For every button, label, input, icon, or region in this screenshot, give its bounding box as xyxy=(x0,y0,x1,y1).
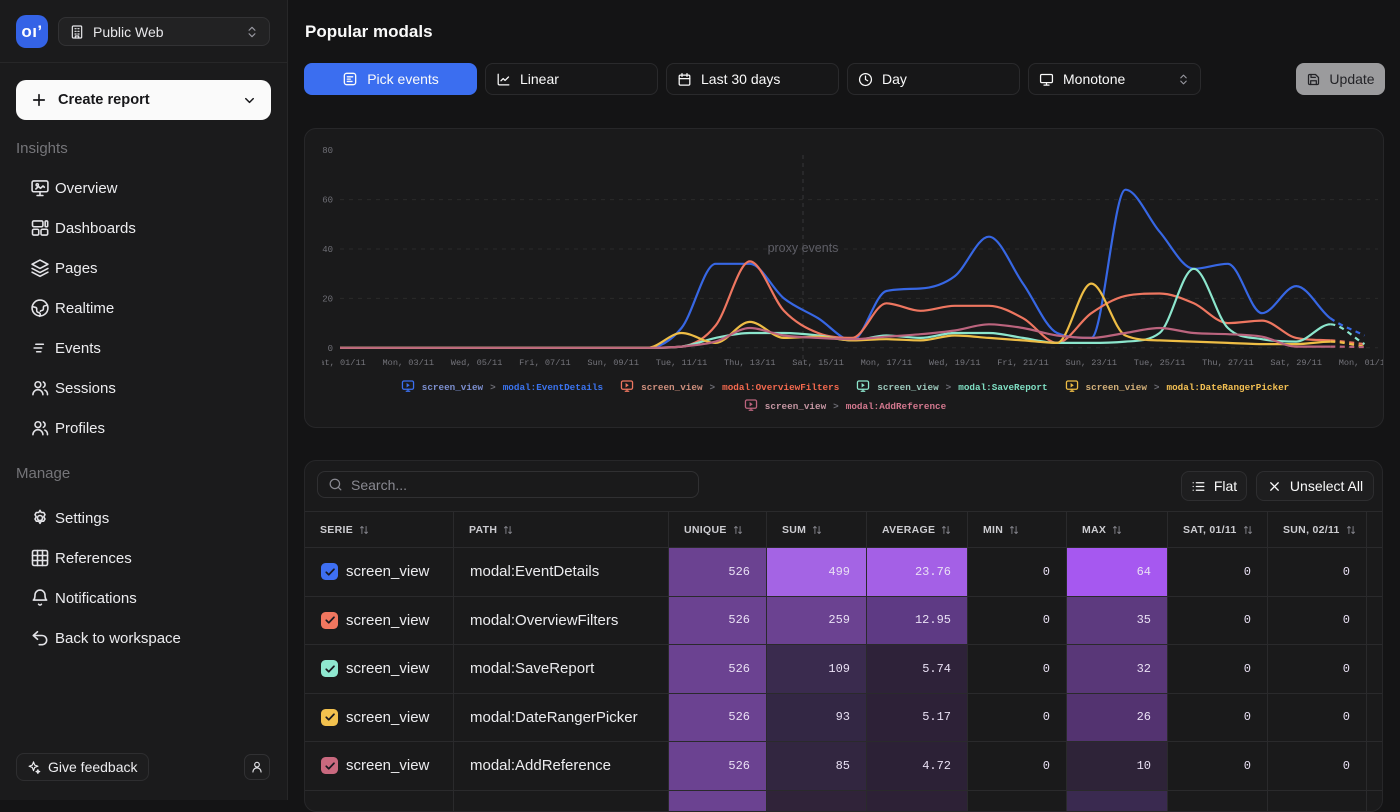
svg-text:Sat, 29/11: Sat, 29/11 xyxy=(1270,358,1322,368)
svg-text:0: 0 xyxy=(328,344,333,354)
svg-text:Fri, 07/11: Fri, 07/11 xyxy=(519,358,571,368)
svg-text:Tue, 11/11: Tue, 11/11 xyxy=(656,358,708,368)
svg-text:Fri, 21/11: Fri, 21/11 xyxy=(997,358,1049,368)
svg-text:Sun, 23/11: Sun, 23/11 xyxy=(1066,358,1118,368)
svg-text:Wed, 19/11: Wed, 19/11 xyxy=(929,358,981,368)
svg-text:Mon, 03/11: Mon, 03/11 xyxy=(383,358,435,368)
svg-text:Mon, 17/11: Mon, 17/11 xyxy=(861,358,913,368)
svg-text:40: 40 xyxy=(322,245,333,255)
svg-text:Thu, 27/11: Thu, 27/11 xyxy=(1202,358,1254,368)
svg-text:60: 60 xyxy=(322,196,333,206)
svg-text:20: 20 xyxy=(322,294,333,304)
svg-text:Sat, 01/11: Sat, 01/11 xyxy=(314,358,366,368)
svg-text:Tue, 25/11: Tue, 25/11 xyxy=(1134,358,1186,368)
svg-text:proxy events: proxy events xyxy=(768,241,839,255)
svg-text:Sun, 09/11: Sun, 09/11 xyxy=(587,358,639,368)
svg-text:Thu, 13/11: Thu, 13/11 xyxy=(724,358,776,368)
svg-text:Mon, 01/12: Mon, 01/12 xyxy=(1339,358,1384,368)
svg-text:Sat, 15/11: Sat, 15/11 xyxy=(792,358,844,368)
svg-text:Wed, 05/11: Wed, 05/11 xyxy=(451,358,503,368)
svg-text:80: 80 xyxy=(322,146,333,156)
